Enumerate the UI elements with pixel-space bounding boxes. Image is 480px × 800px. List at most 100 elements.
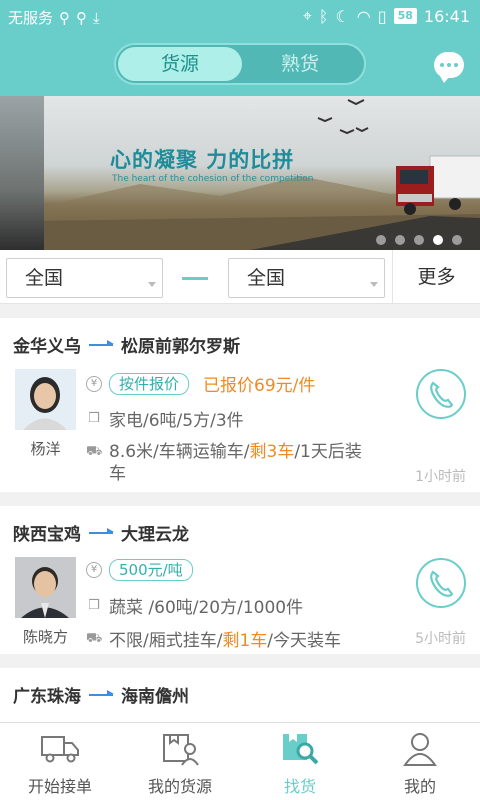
carousel-dot[interactable] bbox=[414, 235, 424, 245]
post-time: 5小时前 bbox=[415, 631, 466, 647]
price-row: ¥ 按件报价 已报价69元/件 bbox=[86, 371, 315, 396]
avatar[interactable] bbox=[15, 557, 76, 618]
my-cargo-icon bbox=[163, 734, 199, 766]
tab-my-cargo[interactable]: 我的货源 bbox=[120, 723, 240, 800]
avatar-male-icon bbox=[15, 557, 76, 618]
phone-icon bbox=[430, 381, 454, 408]
goods-row: ❒ 蔬菜 /60吨/20方/1000件 bbox=[86, 593, 304, 619]
usb-icon-2: ⚲ bbox=[76, 8, 88, 27]
post-time: 1小时前 bbox=[415, 469, 466, 485]
truck-small-icon: ⛟ bbox=[86, 444, 103, 459]
box-icon: ❒ bbox=[88, 597, 100, 613]
carousel-indicator bbox=[376, 235, 462, 245]
location-icon: ⌖ bbox=[302, 6, 312, 25]
tab-switcher: 货源 熟货 bbox=[114, 43, 366, 85]
phone-icon bbox=[430, 570, 454, 597]
tab-label: 我的 bbox=[403, 777, 436, 796]
quoted-price: 已报价69元/件 bbox=[203, 376, 316, 396]
status-time: 16:41 bbox=[423, 6, 470, 26]
avatar-female-icon bbox=[15, 369, 76, 430]
goods-info: 蔬菜 /60吨/20方/1000件 bbox=[109, 598, 304, 618]
origin-value: 全国 bbox=[25, 267, 64, 289]
destination-city: 松原前郭尔罗斯 bbox=[121, 337, 240, 357]
tab-cargo-source[interactable]: 货源 bbox=[118, 47, 242, 81]
price-tag: 500元/吨 bbox=[109, 559, 193, 581]
route-arrow-icon bbox=[182, 277, 208, 280]
sim-icon: ▯ bbox=[377, 6, 387, 26]
truck-icon bbox=[41, 736, 79, 763]
load-time-wrap: 车 bbox=[109, 464, 126, 484]
dropdown-caret-icon bbox=[148, 282, 156, 287]
cargo-listing[interactable]: 陕西宝鸡 大理云龙 陈晓方 ¥ 500元/吨 ❒ 蔬菜 /60吨/20方/100… bbox=[0, 506, 480, 654]
price-row: ¥ 500元/吨 bbox=[86, 559, 193, 581]
more-filters-button[interactable]: 更多 bbox=[392, 250, 480, 304]
carousel-dot[interactable] bbox=[395, 235, 405, 245]
route-arrow-icon bbox=[89, 689, 114, 696]
destination-city: 海南儋州 bbox=[121, 687, 189, 707]
load-time: /1天后装 bbox=[294, 442, 362, 462]
destination-city: 大理云龙 bbox=[121, 525, 189, 545]
price-tag: 按件报价 bbox=[109, 372, 190, 395]
truck-info: 8.6米/车辆运输车/ bbox=[109, 442, 250, 462]
truck-info: 不限/厢式挂车/ bbox=[109, 631, 223, 651]
listing-route: 金华义乌 松原前郭尔罗斯 bbox=[13, 332, 240, 357]
origin-city: 陕西宝鸡 bbox=[13, 525, 81, 545]
tab-find-cargo[interactable]: 找货 bbox=[240, 723, 360, 800]
goods-row: ❒ 家电/6吨/5方/3件 bbox=[86, 406, 244, 432]
avatar[interactable] bbox=[15, 369, 76, 430]
bluetooth-icon: ᛒ bbox=[318, 6, 329, 26]
call-button[interactable] bbox=[416, 558, 466, 608]
destination-select[interactable]: 全国 bbox=[228, 258, 385, 298]
truck-small-icon: ⛟ bbox=[86, 630, 103, 646]
tab-label: 我的货源 bbox=[147, 777, 212, 796]
battery-icon: 58 bbox=[393, 8, 417, 24]
tab-label: 开始接单 bbox=[27, 777, 92, 796]
origin-select[interactable]: 全国 bbox=[6, 258, 163, 298]
route-filter: 全国 全国 更多 bbox=[0, 250, 480, 304]
chat-bubble-icon[interactable] bbox=[434, 52, 464, 83]
call-button[interactable] bbox=[416, 369, 466, 419]
origin-city: 金华义乌 bbox=[13, 337, 81, 357]
goods-info: 家电/6吨/5方/3件 bbox=[109, 411, 244, 431]
download-icon: ⤓ bbox=[93, 8, 100, 27]
carrier-text: 无服务 bbox=[8, 9, 54, 27]
carousel-dot[interactable] bbox=[452, 235, 462, 245]
status-bar: 无服务 ⚲ ⚲ ⤓ ⌖ ᛒ ☾ ◠ ▯ 58 16:41 bbox=[0, 0, 480, 32]
dropdown-caret-icon bbox=[370, 282, 378, 287]
bottom-tab-bar: 开始接单 我的货源 找货 我的 bbox=[0, 722, 480, 800]
carousel-dot[interactable] bbox=[376, 235, 386, 245]
carousel-dot-active[interactable] bbox=[433, 235, 443, 245]
cargo-listing[interactable]: 金华义乌 松原前郭尔罗斯 杨洋 ¥ 按件报价 已报价69元/件 ❒ 家电/6吨/… bbox=[0, 318, 480, 492]
usb-icon: ⚲ bbox=[59, 8, 71, 27]
tab-familiar-cargo[interactable]: 熟货 bbox=[238, 47, 362, 81]
tab-label: 找货 bbox=[283, 777, 316, 796]
poster-name: 陈晓方 bbox=[22, 628, 68, 646]
header: 货源 熟货 bbox=[0, 32, 480, 96]
poster-name: 杨洋 bbox=[30, 440, 61, 458]
user-icon bbox=[403, 733, 437, 766]
moon-icon: ☾ bbox=[335, 6, 350, 26]
destination-value: 全国 bbox=[247, 267, 286, 289]
remaining-trucks: 剩1车 bbox=[222, 631, 268, 651]
tab-start-orders[interactable]: 开始接单 bbox=[0, 723, 120, 800]
yen-icon: ¥ bbox=[86, 562, 102, 578]
truck-row: ⛟ 8.6米/车辆运输车/剩3车/1天后装 车 bbox=[86, 441, 362, 485]
listing-route: 广东珠海 海南儋州 bbox=[13, 682, 189, 707]
truck-row: ⛟ 不限/厢式挂车/剩1车/今天装车 bbox=[86, 626, 342, 652]
banner-carousel[interactable]: 心的凝聚 力的比拼 The heart of the cohesion of t… bbox=[0, 96, 480, 250]
app-screen: 无服务 ⚲ ⚲ ⤓ ⌖ ᛒ ☾ ◠ ▯ 58 16:41 货源 熟货 心的凝聚 … bbox=[0, 0, 480, 800]
wifi-icon: ◠ bbox=[356, 6, 371, 26]
listing-route: 陕西宝鸡 大理云龙 bbox=[13, 520, 189, 545]
yen-icon: ¥ bbox=[86, 375, 102, 392]
route-arrow-icon bbox=[89, 339, 114, 346]
banner-slogan: 心的凝聚 力的比拼 bbox=[110, 148, 295, 172]
route-arrow-icon bbox=[89, 527, 114, 534]
tab-me[interactable]: 我的 bbox=[360, 723, 480, 800]
find-cargo-icon bbox=[283, 734, 319, 765]
load-time: /今天装车 bbox=[267, 631, 342, 651]
origin-city: 广东珠海 bbox=[13, 687, 81, 707]
cargo-listing[interactable]: 广东珠海 海南儋州 bbox=[0, 668, 480, 722]
box-icon: ❒ bbox=[88, 410, 100, 426]
remaining-trucks: 剩3车 bbox=[249, 442, 295, 462]
banner-slogan-en: The heart of the cohesion of the competi… bbox=[112, 174, 314, 184]
